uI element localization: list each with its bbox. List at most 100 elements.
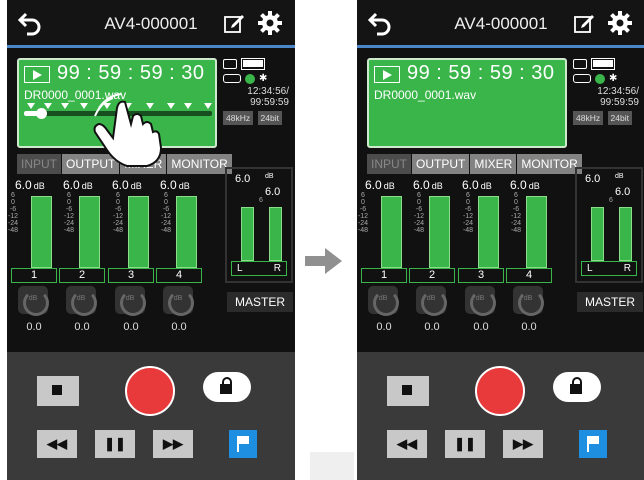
bit-depth-badge: 24bit <box>607 111 632 125</box>
stop-button[interactable] <box>37 376 79 406</box>
pause-button[interactable]: ❚❚ <box>95 430 135 458</box>
timecode: 99 : 59 : 59 : 30 <box>57 62 205 84</box>
channel-select-button[interactable]: 4 <box>156 268 202 283</box>
rewind-button[interactable]: ◀◀ <box>37 430 77 458</box>
fast-forward-button[interactable]: ▶▶ <box>153 430 193 458</box>
tab-monitor[interactable]: MONITOR <box>166 154 232 174</box>
stop-icon <box>402 385 412 395</box>
screen-before: AV4-000001 99 : 59 : 59 : 30 DR0000_0001… <box>7 0 295 480</box>
edit-icon[interactable] <box>573 12 595 34</box>
level-scale: 6 0 -6 -12 -24 -48 <box>510 192 522 234</box>
edit-icon[interactable] <box>223 12 245 34</box>
level-meter <box>429 196 450 268</box>
master-meter-right <box>619 207 632 261</box>
mark-button[interactable] <box>579 430 607 458</box>
gain-knob[interactable]: dB <box>163 286 194 316</box>
gain-knob[interactable]: dB <box>66 286 97 316</box>
flag-icon-cloth <box>589 436 599 444</box>
channel-strip-3: 6.0 dB 6 0 -6 -12 -24 -48 3 dB 0.0 <box>108 176 156 333</box>
master-button[interactable]: MASTER <box>577 292 643 312</box>
channel-select-button[interactable]: 4 <box>506 268 552 283</box>
device-title: AV4-000001 <box>104 14 198 33</box>
rewind-icon: ◀◀ <box>47 436 67 451</box>
master-lr-label: LR <box>231 261 287 276</box>
gain-knob[interactable]: dB <box>368 286 399 316</box>
channel-select-button[interactable]: 1 <box>361 268 407 283</box>
level-meter <box>79 196 100 268</box>
master-lr-label: LR <box>581 261 637 276</box>
gain-knob[interactable]: dB <box>465 286 496 316</box>
transport-panel: ◀◀ ❚❚ ▶▶ <box>7 352 295 480</box>
channel-select-button[interactable]: 2 <box>59 268 105 283</box>
gain-knob[interactable]: dB <box>416 286 447 316</box>
seek-knob[interactable] <box>35 108 47 119</box>
gain-value: 0.0 <box>521 321 537 333</box>
tab-mixer[interactable]: MIXER <box>469 154 517 174</box>
tab-input[interactable]: INPUT <box>16 154 61 174</box>
marker-icon <box>27 103 35 109</box>
record-button[interactable] <box>475 366 525 416</box>
record-button[interactable] <box>125 366 175 416</box>
gain-value: 0.0 <box>26 321 42 333</box>
blank-area <box>310 452 354 480</box>
sd-card-icon <box>573 74 591 83</box>
gear-icon[interactable] <box>257 10 283 36</box>
tab-input[interactable]: INPUT <box>366 154 411 174</box>
mark-button[interactable] <box>229 430 257 458</box>
device-title: AV4-000001 <box>454 14 548 33</box>
pause-button[interactable]: ❚❚ <box>445 430 485 458</box>
master-meter: 6.0 dB 6.0 6 LR <box>575 167 643 283</box>
channel-level: 6.0 dB <box>462 178 492 192</box>
gear-icon[interactable] <box>607 10 633 36</box>
timecode: 99 : 59 : 59 : 30 <box>407 62 555 84</box>
unlock-button[interactable] <box>203 372 251 402</box>
unlock-button[interactable] <box>553 372 601 402</box>
gain-knob[interactable]: dB <box>115 286 146 316</box>
arrow-right-icon <box>305 248 342 274</box>
gain-knob[interactable]: dB <box>513 286 544 316</box>
gain-knob[interactable]: dB <box>18 286 49 316</box>
play-icon[interactable] <box>374 66 400 83</box>
title-bar: AV4-000001 <box>7 0 295 48</box>
master-meter-right <box>269 207 282 261</box>
master-level-left: 6.0 <box>585 173 601 185</box>
channel-strip-2: 6.0 dB 6 0 -6 -12 -24 -48 2 dB 0.0 <box>409 176 457 333</box>
level-meter <box>128 196 149 268</box>
sd-card-icon <box>223 74 241 83</box>
tab-monitor[interactable]: MONITOR <box>516 154 582 174</box>
level-scale: 6 0 -6 -12 -24 -48 <box>160 192 172 234</box>
status-panel: ✱ 12:34:56/99:59:59 48kHz 24bit <box>223 58 295 126</box>
marker-icon <box>44 103 52 109</box>
timecode-panel[interactable]: 99 : 59 : 59 : 30 DR0000_0001.wav <box>367 58 567 148</box>
channel-select-button[interactable]: 1 <box>11 268 57 283</box>
tap-hand-icon <box>93 93 163 167</box>
channel-level: 6.0 dB <box>15 178 45 192</box>
level-scale: 6 0 -6 -12 -24 -48 <box>112 192 124 234</box>
status-panel: ✱ 12:34:56/99:59:59 48kHz 24bit <box>573 58 644 126</box>
channel-select-button[interactable]: 3 <box>458 268 504 283</box>
stop-button[interactable] <box>387 376 429 406</box>
title-bar: AV4-000001 <box>357 0 644 48</box>
play-icon[interactable] <box>24 66 50 83</box>
channel-select-button[interactable]: 3 <box>108 268 154 283</box>
status-dot-icon <box>245 73 255 84</box>
channel-level: 6.0 dB <box>510 178 540 192</box>
channel-select-button[interactable]: 2 <box>409 268 455 283</box>
level-meter <box>31 196 52 268</box>
unlock-icon-body <box>220 384 232 394</box>
fast-forward-button[interactable]: ▶▶ <box>503 430 543 458</box>
sample-rate-badge: 48kHz <box>573 111 604 125</box>
tab-output[interactable]: OUTPUT <box>411 154 470 174</box>
master-button[interactable]: MASTER <box>227 292 293 312</box>
channel-level: 6.0 dB <box>413 178 443 192</box>
bluetooth-icon: ✱ <box>609 73 618 84</box>
gain-value: 0.0 <box>473 321 489 333</box>
level-scale: 6 <box>259 197 263 204</box>
channel-strip-3: 6.0 dB 6 0 -6 -12 -24 -48 3 dB 0.0 <box>458 176 506 333</box>
fast-forward-icon: ▶▶ <box>163 436 183 451</box>
rewind-button[interactable]: ◀◀ <box>387 430 427 458</box>
pause-icon: ❚❚ <box>104 436 126 451</box>
pause-icon: ❚❚ <box>454 436 476 451</box>
channel-strip-2: 6.0 dB 6 0 -6 -12 -24 -48 2 dB 0.0 <box>59 176 107 333</box>
flag-icon-cloth <box>239 436 249 444</box>
